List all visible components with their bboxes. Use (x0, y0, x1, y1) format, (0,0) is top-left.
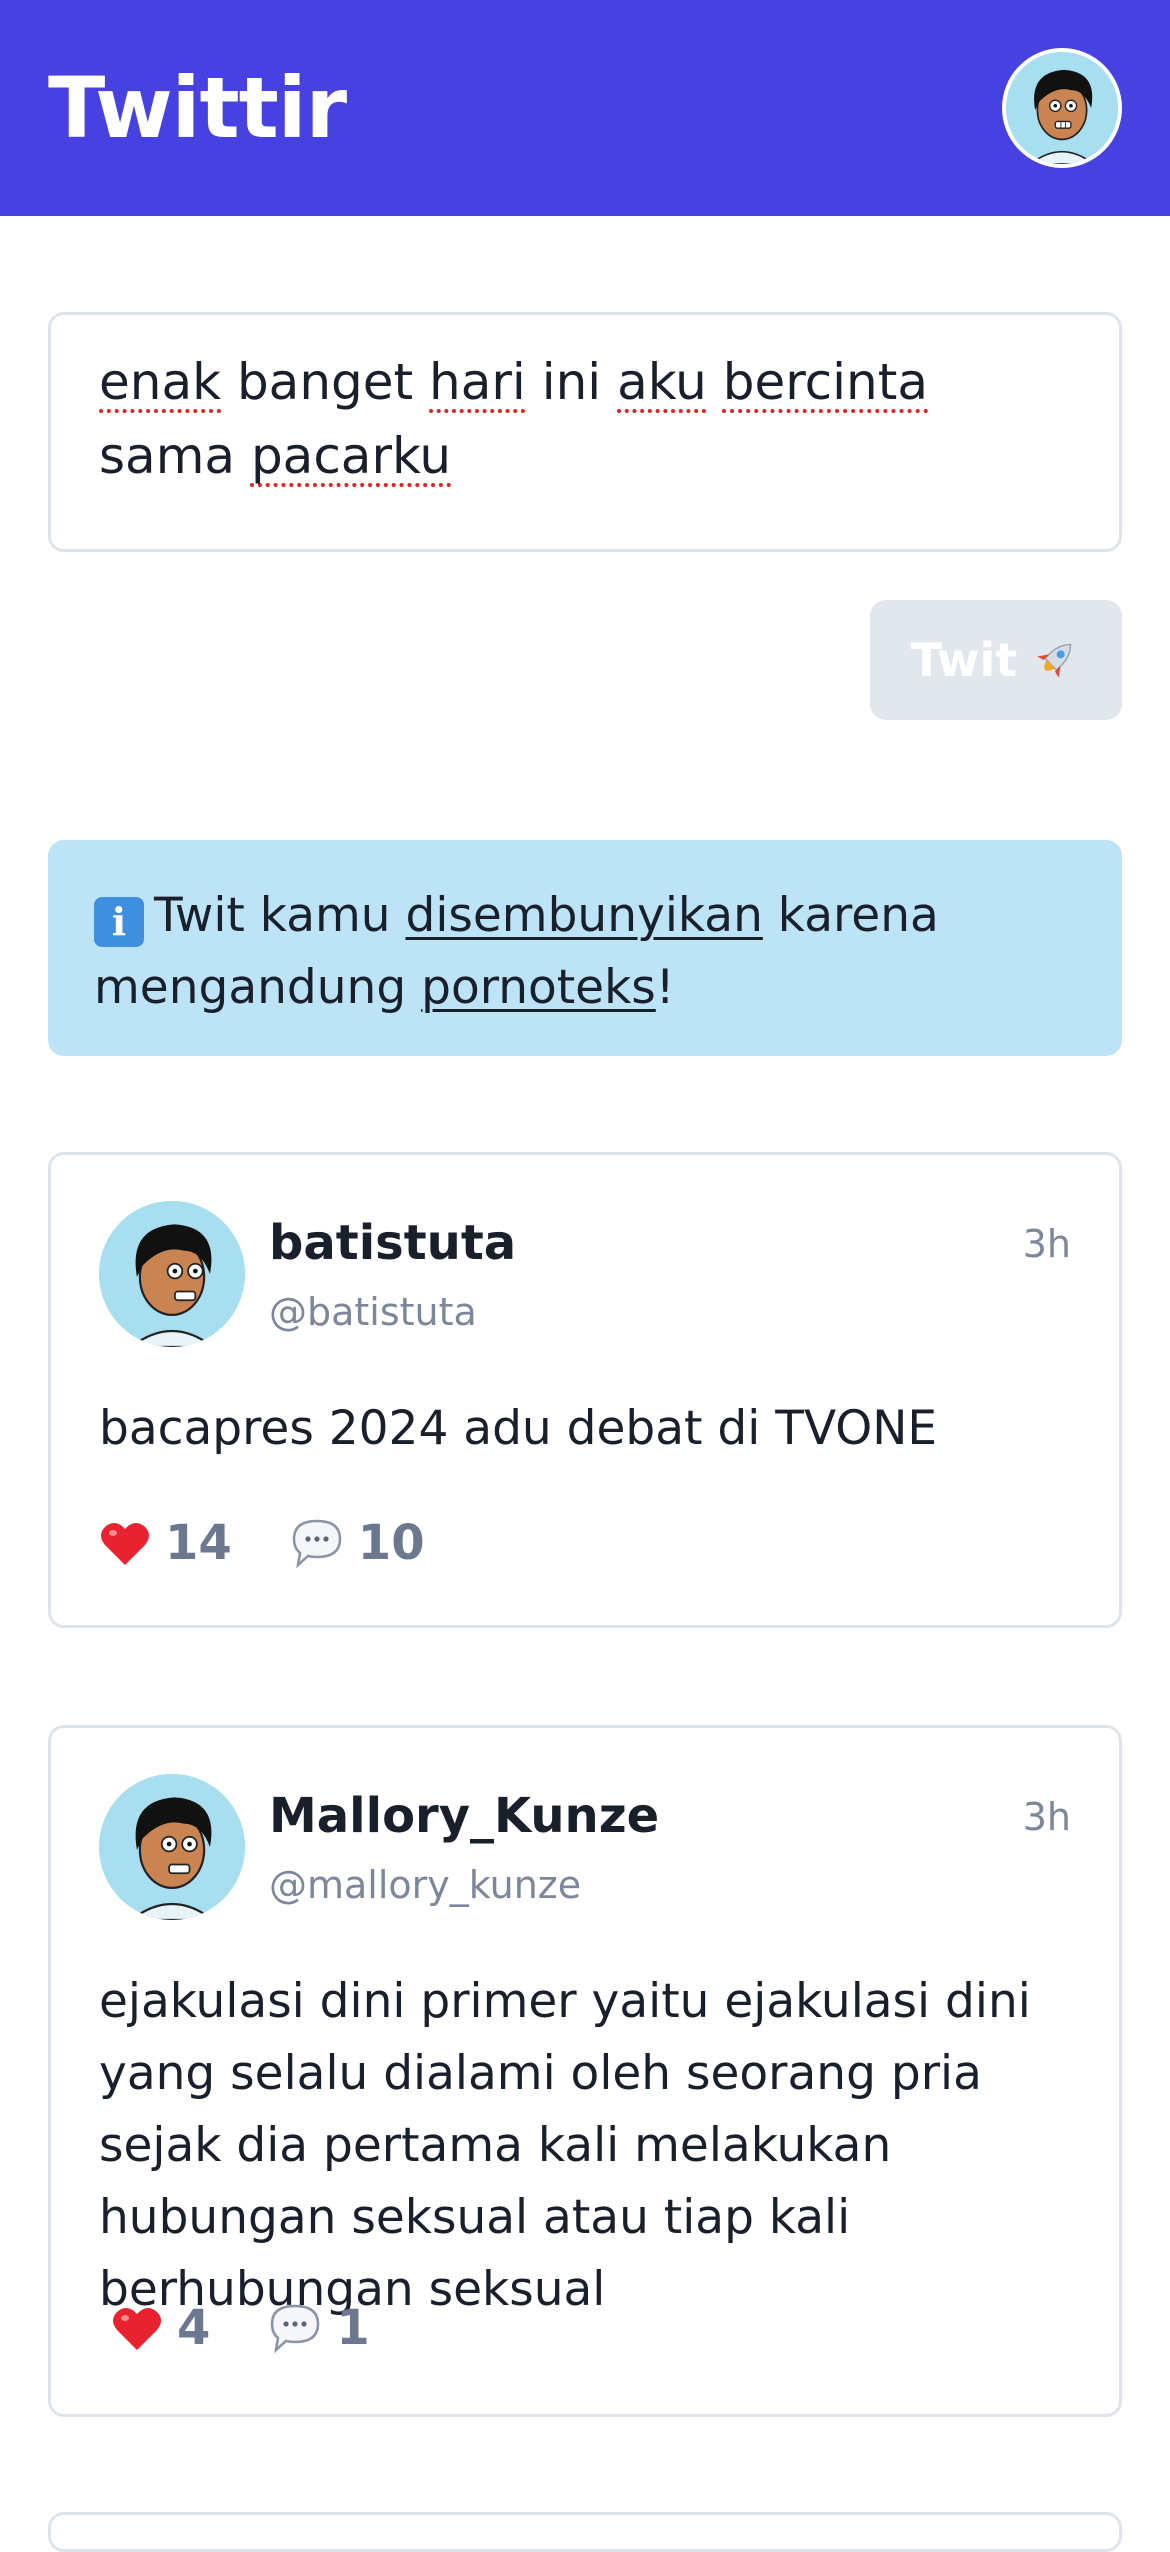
post-actions: 14 10 (99, 1515, 483, 1571)
speech-bubble-icon (292, 1519, 342, 1569)
user-avatar[interactable] (1002, 48, 1122, 168)
app-title[interactable]: Twittir (48, 52, 347, 164)
compose-text[interactable]: enak banget hari ini aku bercinta sama p… (99, 345, 1071, 493)
compose-word: bercinta (722, 353, 928, 411)
comment-button[interactable]: 1 (268, 2300, 370, 2356)
post-body: bacapres 2024 adu debat di TVONE (99, 1401, 938, 1456)
post-author-name[interactable]: batistuta (269, 1213, 516, 1273)
compose-word: aku (617, 353, 707, 411)
comment-count: 10 (357, 1515, 425, 1571)
post-avatar[interactable] (99, 1201, 245, 1347)
hidden-twit-notice: i Twit kamu disembunyikan karena mengandu… (48, 840, 1122, 1056)
avatar-face-icon (1006, 52, 1118, 164)
twit-button-label: Twit (910, 633, 1018, 687)
post-timestamp: 3h (1022, 1795, 1071, 1839)
rocket-icon (1037, 643, 1072, 678)
post-author-name[interactable]: Mallory_Kunze (269, 1786, 659, 1846)
notice-text: Twit kamu (154, 888, 406, 943)
post-author-handle: @batistuta (269, 1290, 477, 1334)
info-icon: i (94, 897, 144, 947)
avatar-face-icon (99, 1774, 245, 1920)
heart-icon (101, 1522, 149, 1565)
like-button[interactable]: 14 (99, 1515, 232, 1571)
post-author-handle: @mallory_kunze (269, 1863, 582, 1907)
avatar-face-icon (99, 1201, 245, 1347)
post-card[interactable]: batistuta @batistuta 3h bacapres 2024 ad… (48, 1152, 1122, 1628)
compose-word: hari (429, 353, 526, 411)
post-body: ejakulasi dini primer yaitu ejakulasi di… (99, 1974, 1031, 2317)
post-avatar[interactable] (99, 1774, 245, 1920)
compose-word: pacarku (250, 427, 452, 485)
pornotext-link[interactable]: pornoteks (421, 960, 656, 1015)
compose-word: ini (525, 353, 618, 411)
like-count: 4 (177, 2300, 211, 2356)
speech-bubble-icon (271, 2304, 320, 2354)
heart-icon (113, 2307, 161, 2350)
hidden-link[interactable]: disembunyikan (406, 888, 763, 943)
compose-textarea[interactable]: enak banget hari ini aku bercinta sama p… (48, 312, 1122, 552)
post-card[interactable]: Mallory_Kunze @mallory_kunze 3h ejakulas… (48, 1725, 1122, 2417)
post-card[interactable] (48, 2512, 1122, 2552)
compose-word: sama (99, 427, 251, 485)
twit-button[interactable]: Twit (870, 600, 1122, 720)
compose-word: banget (221, 353, 430, 411)
like-button[interactable]: 4 (111, 2300, 210, 2356)
comment-count: 1 (336, 2300, 370, 2356)
compose-word: enak (99, 353, 222, 411)
comment-button[interactable]: 10 (290, 1515, 425, 1571)
like-count: 14 (165, 1515, 232, 1571)
app-header: Twittir (0, 0, 1170, 216)
post-actions: 4 1 (111, 2300, 428, 2356)
post-timestamp: 3h (1022, 1222, 1071, 1266)
notice-text: ! (655, 960, 675, 1015)
compose-word (707, 353, 723, 411)
